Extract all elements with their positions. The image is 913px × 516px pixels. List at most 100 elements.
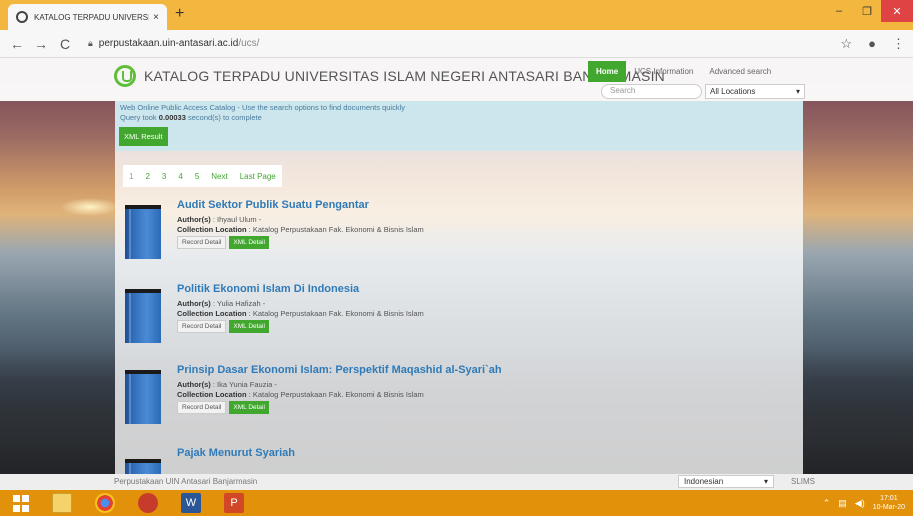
collection-value: : Katalog Perpustakaan Fak. Ekonomi & Bi… bbox=[246, 309, 424, 318]
address-bar: ← → C 🔒︎ perpustakaan.uin-antasari.ac.id… bbox=[0, 30, 913, 58]
record-title[interactable]: Politik Ekonomi Islam Di Indonesia bbox=[177, 283, 359, 295]
tab-title: KATALOG TERPADU UNIVERSITA bbox=[34, 12, 150, 22]
chrome-icon[interactable] bbox=[95, 493, 115, 513]
search-input[interactable]: Search bbox=[601, 84, 702, 99]
lock-icon[interactable]: 🔒︎ bbox=[88, 38, 93, 49]
file-explorer-icon[interactable] bbox=[52, 493, 72, 513]
page-last[interactable]: Last Page bbox=[234, 172, 282, 181]
close-window-button[interactable]: ✕ bbox=[881, 0, 913, 22]
record-detail-button[interactable]: Record Detail bbox=[177, 236, 227, 249]
url-host: perpustakaan.uin-antasari.ac.id bbox=[98, 38, 239, 49]
globe-icon bbox=[16, 11, 28, 23]
page-1: 1 bbox=[129, 171, 134, 181]
xml-detail-button[interactable]: XML Detail bbox=[229, 320, 269, 333]
xml-detail-button[interactable]: XML Detail bbox=[229, 401, 269, 414]
page-viewport: KATALOG TERPADU UNIVERSITAS ISLAM NEGERI… bbox=[0, 58, 913, 490]
url-field[interactable]: perpustakaan.uin-antasari.ac.id/ucs/ bbox=[99, 38, 260, 49]
bookmark-star-icon[interactable]: ☆ bbox=[840, 36, 852, 52]
list-item: Politik Ekonomi Islam Di Indonesia Autho… bbox=[121, 277, 801, 347]
list-item: Prinsip Dasar Ekonomi Islam: Perspektif … bbox=[121, 358, 801, 428]
author-value: : Yulia Hafizah - bbox=[210, 299, 266, 308]
book-cover-icon[interactable] bbox=[125, 370, 161, 424]
record-location: Collection Location : Katalog Perpustaka… bbox=[177, 390, 424, 399]
record-author: Author(s) : Yulia Hafizah - bbox=[177, 299, 265, 308]
back-icon[interactable]: ← bbox=[10, 36, 24, 52]
query-prefix: Query took bbox=[120, 113, 159, 122]
reload-icon[interactable]: C bbox=[58, 36, 72, 52]
menu-ucs-information[interactable]: UCS Information bbox=[626, 61, 701, 82]
page-4[interactable]: 4 bbox=[172, 172, 188, 181]
account-icon[interactable]: ● bbox=[868, 36, 876, 52]
taskbar: W P ⌃ ▤ ◀) 17:01 10-Mar-20 bbox=[0, 490, 913, 516]
tray-chevron-icon[interactable]: ⌃ bbox=[823, 498, 831, 509]
window-controls: – ❐ ✕ bbox=[825, 0, 913, 22]
query-suffix: second(s) to complete bbox=[185, 113, 262, 122]
site-header: KATALOG TERPADU UNIVERSITAS ISLAM NEGERI… bbox=[0, 58, 913, 101]
query-time-value: 0.00033 bbox=[158, 113, 186, 122]
location-select[interactable]: All Locations ▾ bbox=[705, 84, 805, 99]
maximize-button[interactable]: ❐ bbox=[853, 0, 881, 22]
footer-library-name: Perpustakaan UIN Antasari Banjarmasin bbox=[114, 477, 258, 486]
windows-start-icon[interactable] bbox=[12, 493, 30, 513]
xml-result-button[interactable]: XML Result bbox=[119, 127, 168, 146]
slims-logo-icon bbox=[114, 65, 136, 87]
page-2[interactable]: 2 bbox=[139, 172, 155, 181]
tab-close-icon[interactable]: × bbox=[153, 12, 159, 23]
slims-link[interactable]: SLIMS bbox=[791, 477, 815, 486]
clock-time: 17:01 bbox=[880, 495, 898, 502]
network-icon[interactable]: ▤ bbox=[838, 498, 847, 509]
query-time-text: Query took 0.00033 second(s) to complete bbox=[120, 113, 798, 123]
author-value: : Ika Yunia Fauzia - bbox=[210, 380, 277, 389]
xml-detail-button[interactable]: XML Detail bbox=[229, 236, 269, 249]
forward-icon[interactable]: → bbox=[34, 36, 48, 52]
chevron-down-icon: ▾ bbox=[763, 477, 768, 486]
record-detail-button[interactable]: Record Detail bbox=[177, 320, 227, 333]
site-footer: Perpustakaan UIN Antasari Banjarmasin In… bbox=[0, 474, 913, 490]
record-author: Author(s) : Ihyaul Ulum - bbox=[177, 215, 261, 224]
menu-advanced-search[interactable]: Advanced search bbox=[701, 61, 779, 82]
record-title[interactable]: Audit Sektor Publik Suatu Pengantar bbox=[177, 199, 369, 211]
word-icon[interactable]: W bbox=[181, 493, 201, 513]
page-5[interactable]: 5 bbox=[189, 172, 205, 181]
browser-tab[interactable]: KATALOG TERPADU UNIVERSITA × bbox=[8, 4, 167, 30]
record-title[interactable]: Pajak Menurut Syariah bbox=[177, 447, 295, 459]
url-path: /ucs/ bbox=[238, 38, 260, 49]
author-label: Author(s) bbox=[177, 380, 211, 389]
info-description: Web Online Public Access Catalog - Use t… bbox=[120, 103, 406, 112]
record-title[interactable]: Prinsip Dasar Ekonomi Islam: Perspektif … bbox=[177, 364, 502, 376]
location-selected: All Locations bbox=[710, 87, 756, 96]
author-label: Author(s) bbox=[177, 299, 211, 308]
book-cover-icon[interactable] bbox=[125, 289, 161, 343]
page-3[interactable]: 3 bbox=[156, 172, 172, 181]
collection-value: : Katalog Perpustakaan Fak. Ekonomi & Bi… bbox=[246, 390, 424, 399]
collection-label: Collection Location bbox=[177, 390, 247, 399]
new-tab-button[interactable]: + bbox=[175, 5, 184, 23]
author-value: : Ihyaul Ulum - bbox=[210, 215, 262, 224]
clock-date: 10-Mar-20 bbox=[872, 504, 905, 511]
language-select[interactable]: Indonesian ▾ bbox=[678, 475, 774, 488]
record-author: Author(s) : Ika Yunia Fauzia - bbox=[177, 380, 277, 389]
book-cover-icon[interactable] bbox=[125, 205, 161, 259]
record-location: Collection Location : Katalog Perpustaka… bbox=[177, 225, 424, 234]
app-icon[interactable] bbox=[138, 493, 158, 513]
browser-tab-strip: KATALOG TERPADU UNIVERSITA × + – ❐ ✕ bbox=[0, 0, 913, 30]
info-box: Web Online Public Access Catalog - Use t… bbox=[115, 101, 803, 151]
author-label: Author(s) bbox=[177, 215, 211, 224]
menu-home[interactable]: Home bbox=[588, 61, 627, 82]
volume-icon[interactable]: ◀) bbox=[855, 498, 865, 509]
collection-label: Collection Location bbox=[177, 225, 247, 234]
results-panel: Web Online Public Access Catalog - Use t… bbox=[115, 101, 803, 490]
page-next[interactable]: Next bbox=[205, 172, 233, 181]
clock[interactable]: 17:01 10-Mar-20 bbox=[873, 494, 905, 512]
minimize-button[interactable]: – bbox=[825, 0, 853, 22]
site-title: KATALOG TERPADU UNIVERSITAS ISLAM NEGERI… bbox=[144, 68, 665, 84]
powerpoint-icon[interactable]: P bbox=[224, 493, 244, 513]
list-item: Audit Sektor Publik Suatu Pengantar Auth… bbox=[121, 193, 801, 263]
pagination: 1 2 3 4 5 Next Last Page bbox=[123, 165, 282, 187]
background-sunset bbox=[60, 198, 120, 216]
collection-value: : Katalog Perpustakaan Fak. Ekonomi & Bi… bbox=[246, 225, 424, 234]
system-tray: ⌃ ▤ ◀) 17:01 10-Mar-20 bbox=[823, 494, 905, 512]
browser-menu-icon[interactable]: ⋮ bbox=[892, 36, 905, 52]
record-detail-button[interactable]: Record Detail bbox=[177, 401, 227, 414]
language-selected: Indonesian bbox=[684, 477, 724, 486]
